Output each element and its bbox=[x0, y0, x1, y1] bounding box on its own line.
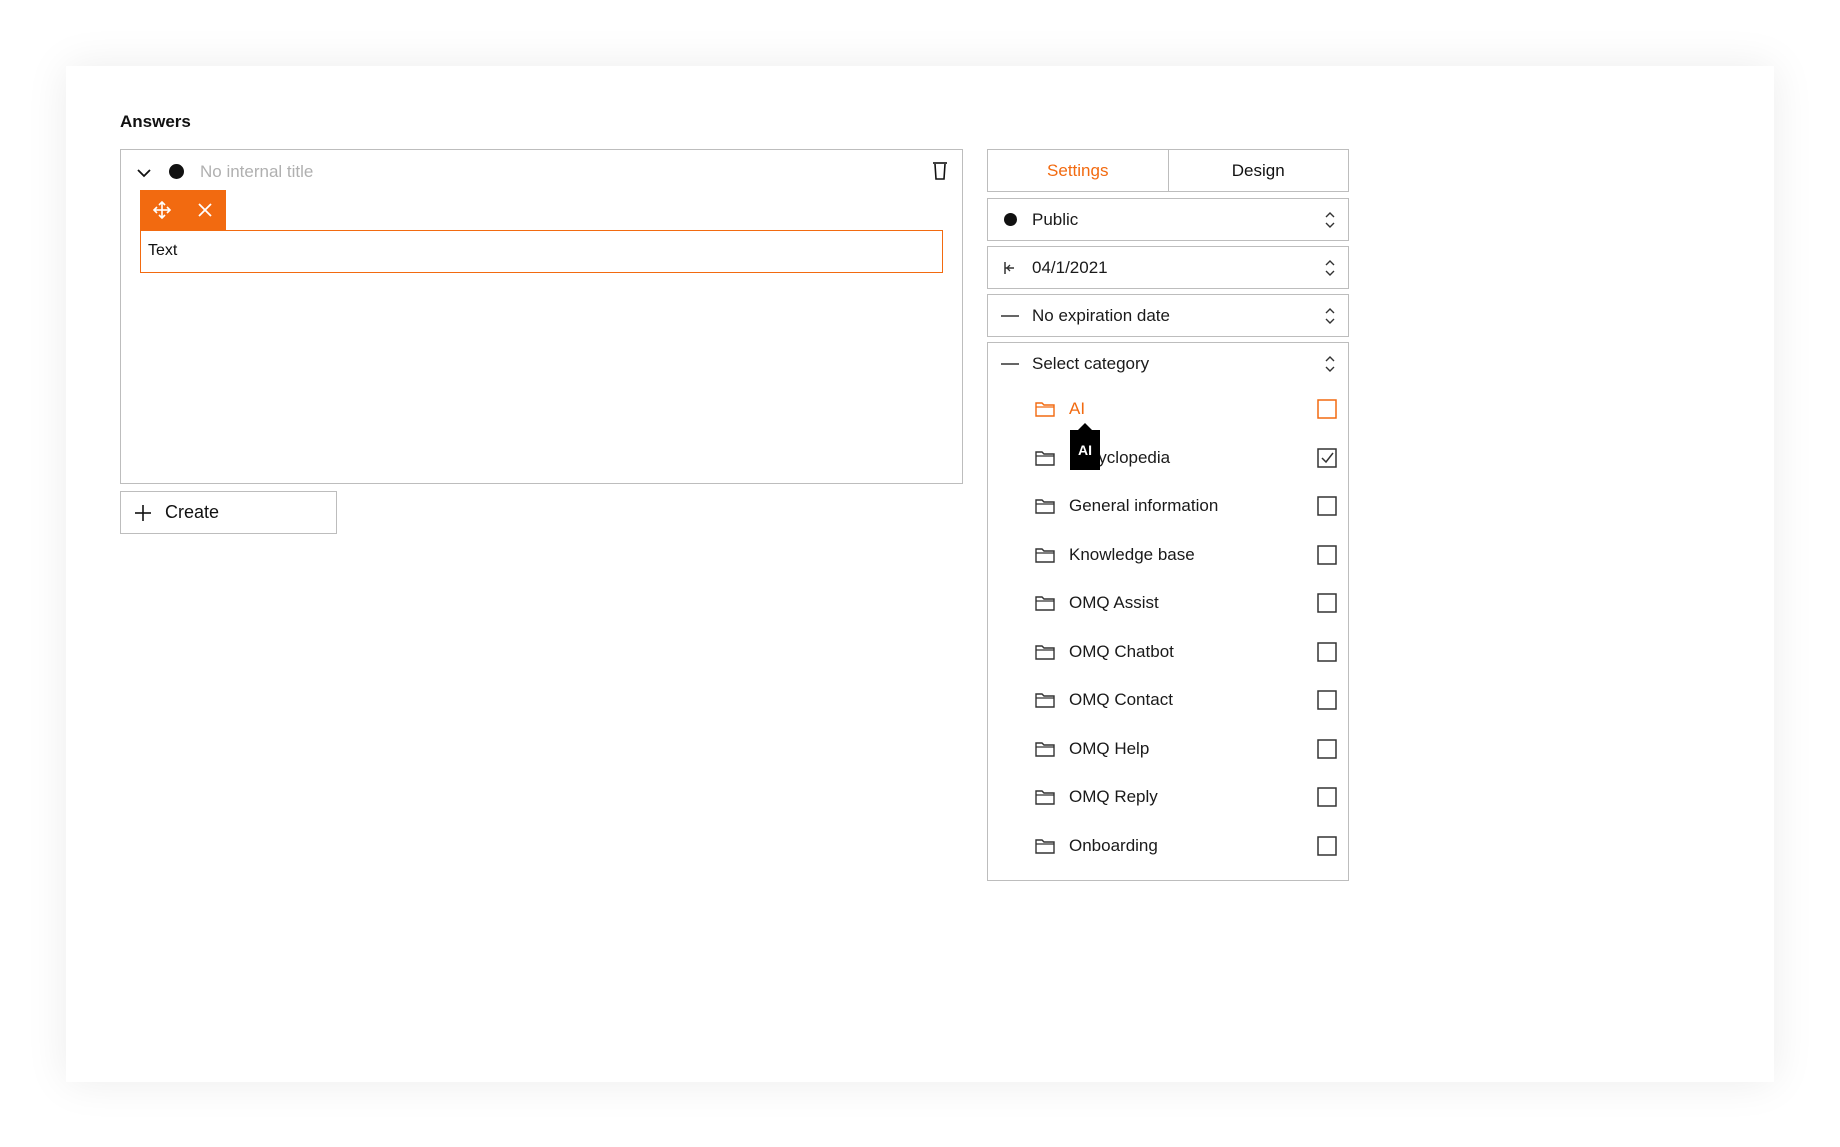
answer-editor: No internal title Text bbox=[120, 149, 963, 484]
category-item[interactable]: OMQ Assist bbox=[988, 579, 1348, 628]
category-label: Onboarding bbox=[1069, 835, 1158, 855]
category-item[interactable]: Onboarding bbox=[988, 822, 1348, 871]
tab-design[interactable]: Design bbox=[1167, 150, 1349, 191]
category-label: Knowledge base bbox=[1069, 544, 1195, 564]
category-label: General information bbox=[1069, 496, 1219, 516]
category-item[interactable]: OMQ Chatbot bbox=[988, 628, 1348, 677]
expiration-value: No expiration date bbox=[1032, 305, 1170, 325]
category-item[interactable]: AI bbox=[988, 385, 1348, 434]
category-label: Encyclopedia bbox=[1069, 447, 1171, 467]
internal-title-input[interactable]: No internal title bbox=[200, 162, 313, 182]
section-title: Answers bbox=[120, 112, 191, 131]
trash-icon[interactable] bbox=[930, 160, 950, 182]
checkbox-icon[interactable] bbox=[1317, 593, 1337, 613]
category-label: OMQ Help bbox=[1069, 738, 1150, 758]
category-item[interactable]: OMQ Reply bbox=[988, 773, 1348, 822]
close-icon bbox=[197, 203, 212, 217]
folder-icon bbox=[1035, 547, 1059, 563]
checkbox-icon[interactable] bbox=[1317, 690, 1337, 710]
updown-icon bbox=[1312, 258, 1348, 278]
updown-icon bbox=[1312, 306, 1348, 326]
expiration-select[interactable]: No expiration date bbox=[987, 294, 1349, 337]
start-date-value: 04/1/2021 bbox=[1032, 257, 1108, 277]
remove-block-button[interactable] bbox=[183, 190, 226, 230]
checkbox-icon[interactable] bbox=[1317, 787, 1337, 807]
category-label: AI bbox=[1069, 399, 1086, 419]
dash-icon bbox=[988, 314, 1032, 318]
start-date-icon bbox=[988, 260, 1032, 276]
category-item[interactable]: OMQ Help bbox=[988, 725, 1348, 774]
folder-icon bbox=[1035, 644, 1059, 660]
folder-icon bbox=[1035, 692, 1059, 708]
category-item[interactable]: Knowledge base bbox=[988, 531, 1348, 580]
public-dot-icon bbox=[988, 212, 1032, 227]
folder-icon bbox=[1035, 789, 1059, 805]
updown-icon bbox=[1312, 354, 1348, 374]
checkbox-icon[interactable] bbox=[1317, 399, 1337, 419]
checkbox-icon[interactable] bbox=[1317, 739, 1337, 759]
move-button[interactable] bbox=[140, 190, 183, 230]
status-dot-icon bbox=[169, 164, 184, 179]
visibility-value: Public bbox=[1032, 209, 1079, 229]
move-icon bbox=[152, 200, 171, 220]
answer-header: No internal title bbox=[121, 150, 962, 194]
settings-tabs: Settings Design bbox=[987, 149, 1349, 192]
updown-icon bbox=[1312, 210, 1348, 230]
category-item[interactable]: OMQ Contact bbox=[988, 676, 1348, 725]
checkbox-checked-icon[interactable] bbox=[1317, 448, 1337, 468]
category-dropdown: Select category AI Encyclopedia General in… bbox=[987, 342, 1349, 881]
checkbox-icon[interactable] bbox=[1317, 642, 1337, 662]
chevron-down-icon[interactable] bbox=[135, 164, 153, 182]
dash-icon bbox=[988, 362, 1032, 366]
checkbox-icon[interactable] bbox=[1317, 836, 1337, 856]
tab-settings[interactable]: Settings bbox=[988, 150, 1168, 191]
tooltip: AI bbox=[1070, 423, 1100, 470]
create-button[interactable]: Create bbox=[120, 491, 337, 534]
folder-icon bbox=[1035, 401, 1059, 417]
category-list: AI Encyclopedia General information Knowled… bbox=[988, 385, 1348, 870]
category-item[interactable]: General information bbox=[988, 482, 1348, 531]
text-block[interactable]: Text bbox=[140, 230, 943, 273]
folder-icon bbox=[1035, 838, 1059, 854]
category-label: OMQ Assist bbox=[1069, 593, 1159, 613]
category-label: OMQ Chatbot bbox=[1069, 641, 1174, 661]
category-value: Select category bbox=[1032, 354, 1150, 373]
folder-icon bbox=[1035, 741, 1059, 757]
category-label: OMQ Reply bbox=[1069, 787, 1158, 807]
folder-icon bbox=[1035, 595, 1059, 611]
block-toolbar bbox=[140, 190, 226, 230]
checkbox-icon[interactable] bbox=[1317, 496, 1337, 516]
start-date-select[interactable]: 04/1/2021 bbox=[987, 246, 1349, 289]
plus-icon bbox=[121, 491, 165, 534]
create-label: Create bbox=[165, 502, 220, 522]
category-item[interactable]: Encyclopedia bbox=[988, 434, 1348, 483]
folder-icon bbox=[1035, 450, 1059, 466]
category-select[interactable]: Select category bbox=[988, 343, 1348, 385]
visibility-select[interactable]: Public bbox=[987, 198, 1349, 241]
category-label: OMQ Contact bbox=[1069, 690, 1173, 710]
folder-icon bbox=[1035, 498, 1059, 514]
checkbox-icon[interactable] bbox=[1317, 545, 1337, 565]
